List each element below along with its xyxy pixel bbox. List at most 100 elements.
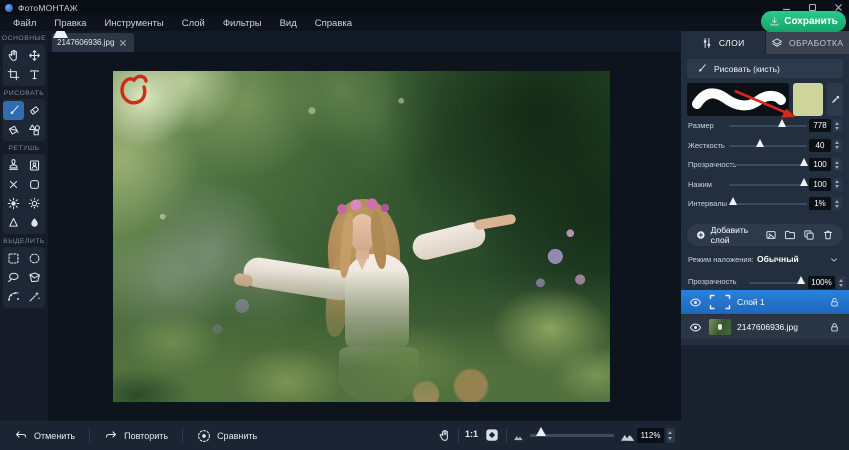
slider-spacing-thumb[interactable] [729,197,737,205]
menu-file[interactable]: Файл [4,15,45,31]
close-icon[interactable] [119,39,127,47]
magnetic-lasso-tool-button[interactable] [3,287,24,306]
menu-tools[interactable]: Инструменты [95,15,172,31]
frame-tool-button[interactable] [24,175,45,194]
canvas-area[interactable] [48,52,681,421]
delete-layer-button[interactable] [822,229,834,241]
slider-pressure-thumb[interactable] [800,178,808,186]
section-draw [3,99,45,141]
lasso-tool-button[interactable] [3,268,24,287]
slider-spacing-track[interactable] [729,203,807,205]
slider-pressure-spinner[interactable] [833,178,842,191]
brush-color-swatch[interactable] [793,83,823,116]
portrait-tool-button[interactable] [24,156,45,175]
crop-tool-button[interactable] [3,65,24,84]
redo-button[interactable]: Повторить [90,421,182,450]
blur-tool-button[interactable] [24,213,45,232]
tab-layers[interactable]: СЛОИ [681,31,765,54]
slider-opacity-track[interactable] [729,164,807,166]
slider-spacing-spinner[interactable] [833,197,842,210]
actual-size-button[interactable]: 1:1 [465,429,478,439]
patch-icon [7,178,20,191]
slider-size-spinner[interactable] [833,119,842,132]
menu-layer[interactable]: Слой [173,15,214,31]
slider-hardness-spinner[interactable] [833,139,842,152]
blend-mode-select[interactable]: Обычный [757,254,799,264]
layer-opacity-row: Прозрачность 100% [681,273,849,289]
compare-button[interactable]: Сравнить [183,421,271,450]
menu-help[interactable]: Справка [306,15,361,31]
fit-screen-icon[interactable] [485,428,499,442]
polygon-lasso-icon [28,271,41,284]
image-icon [765,229,777,241]
sharpen-tool-button[interactable] [3,213,24,232]
section-label-select: ВЫДЕЛИТЬ [0,238,48,245]
menu-edit[interactable]: Правка [45,15,95,31]
menu-filters[interactable]: Фильтры [214,15,271,31]
fill-tool-button[interactable] [3,120,24,139]
layer-opacity-track[interactable] [749,282,806,284]
slider-opacity-thumb[interactable] [800,158,808,166]
layer-opacity-thumb[interactable] [797,276,805,284]
magic-wand-tool-button[interactable] [24,287,45,306]
save-button[interactable]: Сохранить [761,11,846,32]
duplicate-layer-button[interactable] [803,229,815,241]
layer-opacity-value[interactable]: 100% [808,276,835,289]
zoom-spinner[interactable] [666,428,675,443]
open-file-button[interactable] [784,229,796,241]
chevron-down-icon[interactable] [829,255,839,265]
zoom-slider-thumb[interactable] [536,427,546,436]
select-rect-tool-button[interactable] [3,249,24,268]
zoom-slider-track[interactable] [530,434,614,437]
tab-processing[interactable]: ОБРАБОТКА [766,31,849,54]
hand-tool-button[interactable] [3,46,24,65]
unlock-icon[interactable] [829,297,840,308]
brush-icon [696,63,707,74]
slider-spacing: Интервалы 1% [681,194,849,214]
contrast-tool-button[interactable] [24,194,45,213]
layer-opacity-spinner[interactable] [837,276,846,289]
shapes-tool-button[interactable] [24,120,45,139]
pan-hand-icon[interactable] [438,429,451,442]
brightness-tool-button[interactable] [3,194,24,213]
select-ellipse-tool-button[interactable] [24,249,45,268]
undo-button[interactable]: Отменить [0,421,89,450]
slider-hardness-track[interactable] [729,145,807,147]
zoom-out-icon[interactable] [513,431,526,441]
brush-stroke-preview[interactable] [687,83,789,116]
slider-pressure: Нажим 100 [681,175,849,195]
zoom-in-icon[interactable] [620,429,637,442]
add-image-layer-button[interactable] [765,229,777,241]
visibility-eye-icon[interactable] [689,321,702,334]
layers-stack-icon [771,37,783,49]
slider-hardness-thumb[interactable] [756,139,764,147]
section-label-basic: ОСНОВНЫЕ [0,35,48,42]
slider-pressure-track[interactable] [729,184,807,186]
slider-opacity-spinner[interactable] [833,158,842,171]
lock-icon[interactable] [829,322,840,333]
layer-row-1[interactable]: Слой 1 [681,290,849,314]
layer-row-2[interactable]: 2147606936.jpg [681,315,849,339]
slider-spacing-value[interactable]: 1% [809,197,831,210]
zoom-value[interactable]: 112% [637,428,664,443]
canvas-photo[interactable] [113,71,610,402]
eyedropper-button[interactable] [827,83,843,116]
polygon-lasso-tool-button[interactable] [24,268,45,287]
slider-size-track[interactable] [729,125,807,127]
slider-hardness-value[interactable]: 40 [809,139,831,152]
slider-size-thumb[interactable] [778,119,786,127]
patch-tool-button[interactable] [3,175,24,194]
slider-size-value[interactable]: 778 [809,119,831,132]
menu-view[interactable]: Вид [271,15,306,31]
plus-icon[interactable] [696,229,706,241]
move-tool-button[interactable] [24,46,45,65]
slider-opacity-value[interactable]: 100 [809,158,831,171]
slider-pressure-value[interactable]: 100 [809,178,831,191]
add-layer-button[interactable]: Добавить слой [711,225,758,245]
eraser-tool-button[interactable] [24,101,45,120]
visibility-eye-icon[interactable] [689,296,702,309]
stamp-tool-button[interactable] [3,156,24,175]
document-tab[interactable]: 2147606936.jpg [52,33,134,52]
brush-tool-button[interactable] [3,101,24,120]
text-tool-button[interactable] [24,65,45,84]
